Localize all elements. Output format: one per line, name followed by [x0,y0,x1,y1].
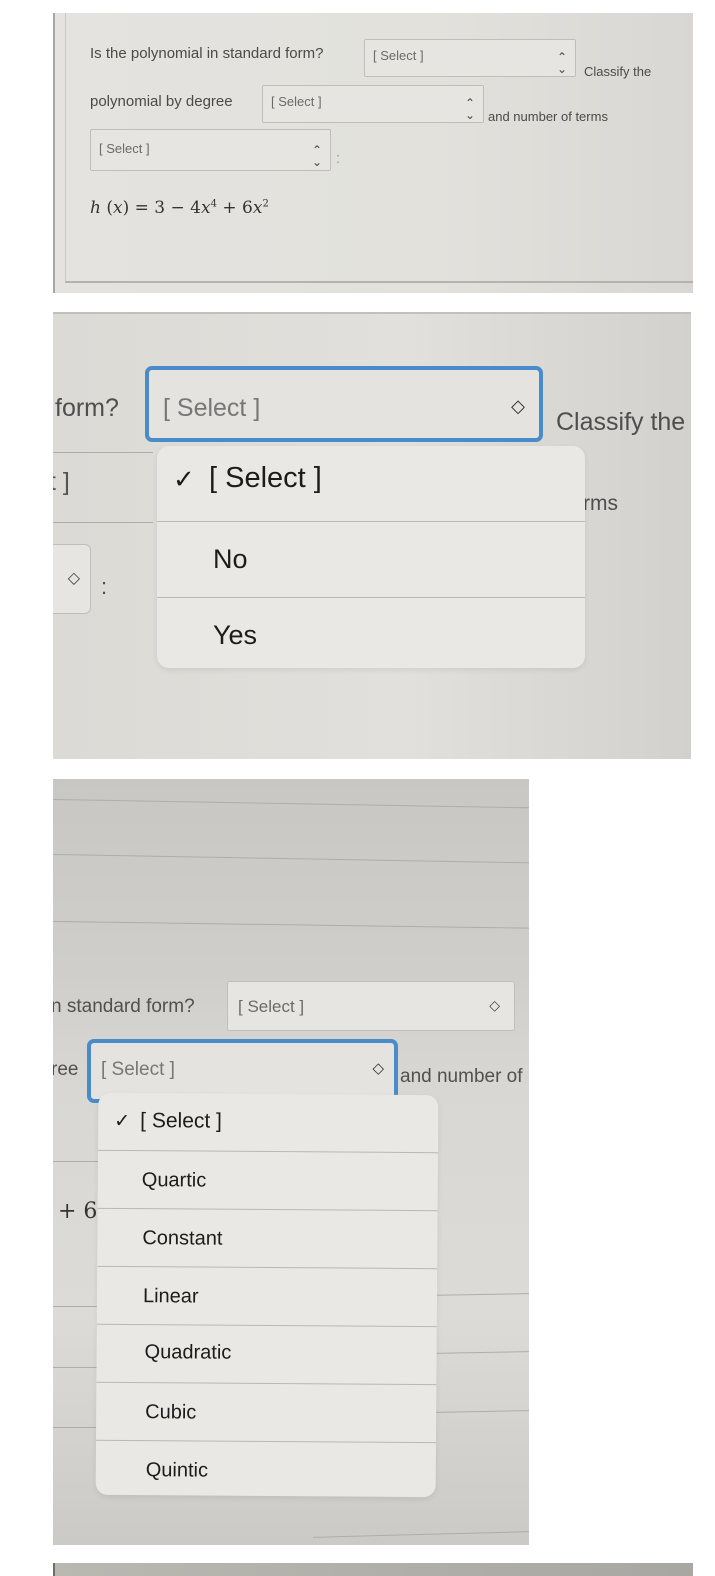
question-text-classify: Classify the [556,408,686,436]
divider [53,799,529,809]
divider [434,1410,529,1413]
select-value: [ Select ] [99,141,150,156]
select-value: [ Select ] [271,94,322,109]
option-label: Linear [142,1285,199,1308]
chevron-updown-icon: ◇ [489,997,500,1013]
clipped-terms-text: rms [583,492,618,515]
option-label: [ Select ] [140,1109,222,1133]
eq-term2-coef: 4 [190,198,201,218]
next-panel-partial [53,1563,693,1576]
standard-form-dropdown-menu: ✓ [ Select ] No Yes [157,446,585,668]
divider [53,452,153,453]
divider [53,312,691,314]
option-label: Constant [142,1227,223,1250]
eq-variable: x [113,198,123,218]
clipped-select-text: t ] [53,468,70,496]
question-panel-full: Is the polynomial in standard form? [ Se… [53,13,693,293]
question-text-standard-form: n standard form? [53,996,195,1017]
dropdown-option[interactable]: Yes [157,598,585,668]
option-label: No [213,544,248,574]
question-text-terms: and number of terms [488,109,608,124]
question-text-form: form? [55,394,119,422]
dropdown-option[interactable]: Constant [97,1208,438,1270]
degree-dropdown-menu: ✓ [ Select ] Quartic Constant Linear Qua… [95,1092,439,1498]
select-value: [ Select ] [238,997,305,1016]
divider [53,1161,103,1162]
divider [432,1351,529,1354]
degree-dropdown-panel: n standard form? [ Select ] ◇ ree [ Sele… [53,779,529,1545]
option-label: Cubic [145,1401,197,1424]
question-text-degree: ree [53,1059,79,1080]
polynomial-equation: h (x) = 3 − 4x4 + 6x2 [90,198,269,218]
divider [53,921,529,929]
select-value: [ Select ] [101,1059,175,1080]
eq-constant: 3 [154,198,166,218]
degree-select[interactable]: [ Select ] ⌃ ⌄ [262,85,484,123]
clipped-equation: + 6 [58,1199,98,1224]
colon-text: : [336,150,341,167]
option-label: [ Select ] [209,462,322,494]
chevron-updown-icon: ⌃ ⌄ [556,50,567,76]
dropdown-option[interactable]: Cubic [95,1382,437,1444]
terms-select[interactable]: [ Select ] ⌃ ⌄ [90,129,331,171]
divider [430,1293,529,1296]
eq-term3-exp: 2 [262,198,269,210]
checkmark-icon: ✓ [114,1110,131,1133]
option-label: Yes [213,620,258,650]
chevron-updown-icon: ⌃ ⌄ [311,143,322,169]
option-label: Quintic [145,1459,209,1482]
select-value: [ Select ] [163,394,261,422]
divider [53,522,153,523]
dropdown-option[interactable]: Quintic [96,1441,436,1497]
dropdown-option[interactable]: Quadratic [96,1324,437,1386]
checkmark-icon: ✓ [173,464,195,494]
divider [313,1531,529,1538]
chevron-updown-icon: ⌃ ⌄ [464,96,475,122]
chevron-updown-icon: ◇ [511,396,525,416]
dropdown-option[interactable]: Quartic [97,1150,438,1212]
question-text-classify: Classify the [584,64,652,79]
colon-text: : [101,574,108,599]
divider [53,1306,103,1307]
dropdown-option[interactable]: ✓ [ Select ] [157,446,585,522]
chevron-updown-icon: ◇ [372,1060,384,1077]
eq-term2-exp: 4 [210,198,217,210]
question-text-degree: polynomial by degree [90,93,233,110]
standard-form-select[interactable]: [ Select ] ⌃ ⌄ [364,39,576,77]
option-label: Quartic [141,1169,207,1192]
divider [53,854,529,864]
question-text-standard-form: Is the polynomial in standard form? [90,45,324,62]
eq-function-name: h [90,198,101,218]
standard-form-dropdown-panel: form? [ Select ] ◇ Classify the t ] rms … [53,312,691,759]
question-text-terms: and number of [400,1066,523,1087]
standard-form-select-focused[interactable]: [ Select ] ◇ [145,366,543,442]
dropdown-option[interactable]: Linear [96,1266,438,1328]
standard-form-select[interactable]: [ Select ] ◇ [227,981,515,1031]
dropdown-option[interactable]: ✓ [ Select ] [98,1092,439,1154]
terms-select-partial[interactable]: ◇ [53,544,91,614]
select-value: [ Select ] [373,48,424,63]
option-label: Quadratic [144,1341,232,1364]
chevron-updown-icon: ◇ [67,570,80,587]
dropdown-option[interactable]: No [157,522,585,598]
eq-term3-coef: 6 [242,198,253,218]
